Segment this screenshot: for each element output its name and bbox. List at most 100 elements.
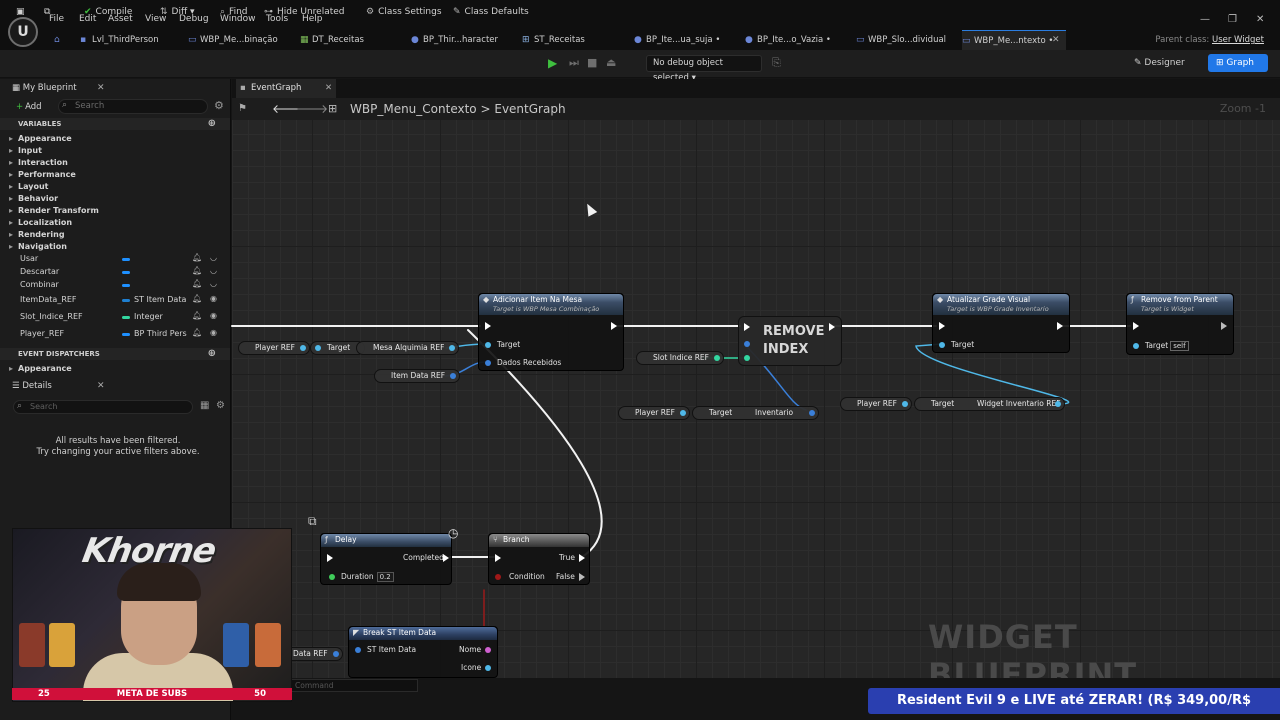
category-input[interactable]: Input (9, 146, 42, 155)
comment-bubble-icon[interactable]: ⧉ (308, 514, 317, 529)
out-pin[interactable] (713, 355, 720, 361)
tab-wbp-mesa-combinacao[interactable]: ▭ WBP_Me...binação (188, 30, 278, 50)
target-pin[interactable] (485, 342, 491, 348)
variable-player-ref[interactable]: Player_REF BP Third Pers 🔔︎ ◉ (20, 328, 225, 341)
class-defaults-button[interactable]: ✎ Class Defaults (453, 7, 529, 17)
graph-canvas[interactable] (232, 120, 1280, 678)
duration-pin[interactable] (329, 574, 335, 580)
exec-false-pin[interactable] (579, 573, 585, 581)
duration-value-input[interactable]: 0.2 (376, 572, 394, 582)
tab-bp-item-vazia[interactable]: ● BP_Ite...o_Vazia • (745, 30, 831, 50)
get-mesa-alquimia-ref[interactable]: Mesa Alquimia REF (356, 341, 460, 355)
exec-out-pin[interactable] (611, 322, 617, 330)
node-remove-index[interactable]: REMOVE INDEX (738, 316, 842, 366)
eye-open-icon[interactable]: ◉ (210, 311, 217, 320)
node-delay[interactable]: ƒ Delay Completed Duration 0.2 (320, 533, 452, 585)
bell-icon[interactable]: 🔔︎ (192, 266, 202, 275)
target-pin[interactable] (939, 342, 945, 348)
play-icon[interactable]: ▶ (548, 56, 562, 70)
eye-closed-icon[interactable]: ◡ (210, 279, 217, 288)
unreal-logo-icon[interactable]: U (8, 17, 38, 47)
tab-st-receitas[interactable]: ⊞ ST_Receitas (522, 30, 585, 50)
exec-in-pin[interactable] (485, 322, 491, 330)
tab-dt-receitas[interactable]: ▦ DT_Receitas (300, 30, 364, 50)
node-remove-from-parent[interactable]: ƒ Remove from Parent Target is Widget Ta… (1126, 293, 1234, 355)
designer-button[interactable]: ✎ Designer (1128, 54, 1196, 72)
exec-out-pin[interactable] (443, 554, 449, 562)
get-slot-indice-ref[interactable]: Slot Indice REF (636, 351, 724, 365)
exec-out-pin[interactable] (1221, 322, 1227, 330)
bell-icon[interactable]: 🔔︎ (192, 279, 202, 288)
bell-icon[interactable]: 🔔︎ (192, 253, 202, 262)
breadcrumb-graph[interactable]: EventGraph (494, 102, 565, 116)
condition-pin[interactable] (495, 574, 501, 580)
eye-closed-icon[interactable]: ◡ (210, 266, 217, 275)
bell-icon[interactable]: 🔔︎ (192, 311, 202, 320)
get-inventario[interactable]: Target Inventario (692, 406, 820, 420)
close-eventgraph-icon[interactable]: ✕ (325, 79, 332, 98)
command-input[interactable]: Command (290, 679, 418, 692)
bell-icon[interactable]: 🔔︎ (192, 294, 202, 303)
out-pin[interactable] (450, 373, 457, 379)
out-pin[interactable] (300, 345, 306, 351)
settings-gear-icon[interactable]: ⚙ (214, 99, 224, 112)
eye-closed-icon[interactable]: ◡ (210, 253, 217, 262)
dados-pin[interactable] (485, 360, 491, 366)
out-pin[interactable] (680, 410, 686, 416)
get-player-ref[interactable]: Player REF (238, 341, 310, 355)
close-my-blueprint-icon[interactable]: ✕ (97, 78, 105, 98)
close-window-icon[interactable]: ✕ (1256, 14, 1264, 25)
eye-open-icon[interactable]: ◉ (210, 328, 217, 337)
tab-wbp-menu-contexto[interactable]: ▭ WBP_Me...ntexto • (962, 30, 1066, 50)
debug-filter-icon[interactable]: ⎘ (772, 56, 781, 70)
class-settings-button[interactable]: ⚙ Class Settings (366, 7, 442, 17)
category-performance[interactable]: Performance (9, 170, 76, 179)
category-rendering[interactable]: Rendering (9, 230, 64, 239)
details-search-input[interactable]: Search (13, 400, 193, 414)
category-appearance[interactable]: Appearance (9, 134, 72, 143)
add-button[interactable]: + Add (16, 100, 50, 114)
node-branch[interactable]: ⑂ Branch True Condition False (488, 533, 590, 585)
icone-pin[interactable] (485, 665, 491, 671)
variable-usar[interactable]: Usar 🔔︎ ◡ (20, 253, 225, 266)
variable-slot-indice-ref[interactable]: Slot_Indice_REF Integer 🔔︎ ◉ (20, 311, 225, 324)
settings-gear-icon[interactable]: ⚙ (216, 400, 225, 411)
diff-button[interactable]: ⇅ Diff ▾ (160, 7, 195, 17)
add-variable-icon[interactable]: ⊕ (208, 118, 216, 130)
browse-icon[interactable]: ⧉ (44, 7, 50, 17)
get-player-ref-3[interactable]: Player REF (840, 397, 912, 411)
exec-out-pin[interactable] (1057, 322, 1063, 330)
maximize-icon[interactable]: ❐ (1228, 14, 1237, 25)
category-layout[interactable]: Layout (9, 182, 49, 191)
eye-open-icon[interactable]: ◉ (210, 294, 217, 303)
get-widget-inventario-ref[interactable]: Target Widget Inventario REF (914, 397, 1066, 411)
breadcrumb-blueprint[interactable]: WBP_Menu_Contexto (350, 102, 477, 116)
stop-icon[interactable]: ■ (587, 56, 597, 69)
menu-file[interactable]: File (49, 14, 64, 24)
close-details-icon[interactable]: ✕ (97, 376, 105, 396)
forward-arrow-icon[interactable]: 🡒 (296, 101, 328, 116)
my-blueprint-search-input[interactable]: Search (58, 99, 208, 114)
exec-true-pin[interactable] (579, 554, 585, 562)
exec-in-pin[interactable] (327, 554, 333, 562)
tab-eventgraph[interactable]: ▪ EventGraph ✕ (236, 79, 336, 98)
struct-in-pin[interactable] (355, 647, 361, 653)
close-tab-icon[interactable]: ✕ (1052, 30, 1060, 50)
exec-in-pin[interactable] (1133, 322, 1139, 330)
parent-class-link[interactable]: User Widget (1212, 35, 1264, 45)
step-icon[interactable]: ⏭ (569, 56, 579, 70)
tab-my-blueprint[interactable]: ▦ My Blueprint (12, 80, 108, 97)
event-dispatchers-header[interactable]: EVENT DISPATCHERS ⊕ (0, 348, 230, 360)
find-button[interactable]: ⌕ Find (220, 7, 248, 17)
out-pin[interactable] (902, 401, 908, 407)
bookmark-icon[interactable]: ⚑ (238, 103, 247, 114)
add-dispatcher-icon[interactable]: ⊕ (208, 348, 216, 360)
out-pin[interactable] (809, 410, 816, 416)
tab-details[interactable]: ☰ Details (12, 378, 108, 395)
tab-bp-item-agua-suja[interactable]: ● BP_Ite...ua_suja • (634, 30, 720, 50)
graph-button[interactable]: ⊞ Graph (1208, 54, 1268, 72)
category-behavior[interactable]: Behavior (9, 194, 58, 203)
eject-icon[interactable]: ⏏ (606, 56, 616, 69)
category-localization[interactable]: Localization (9, 218, 72, 227)
node-adicionar-item-na-mesa[interactable]: ◆ Adicionar Item Na Mesa Target is WBP M… (478, 293, 624, 371)
